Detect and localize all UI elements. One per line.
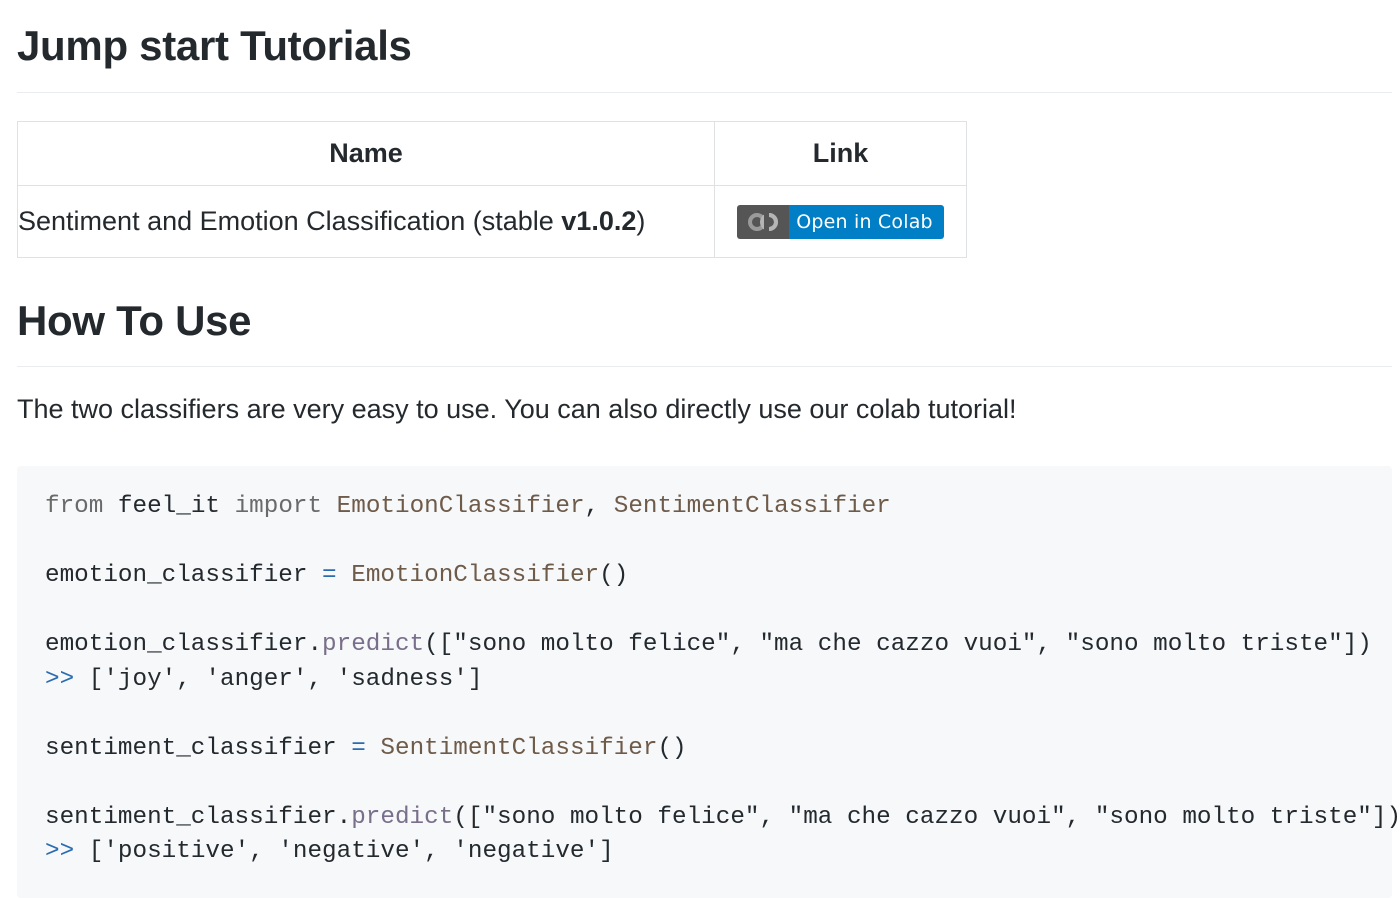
code-output: ['joy', 'anger', 'sadness'] [88, 666, 483, 693]
intro-paragraph: The two classifiers are very easy to use… [17, 394, 1017, 424]
code-line-emotion-init: emotion_classifier = EmotionClassifier() [45, 562, 628, 589]
readme-page: Jump start Tutorials Name Link Sentiment… [0, 0, 1400, 898]
table-header-row: Name Link [17, 121, 967, 186]
code-class-name: SentimentClassifier [613, 493, 891, 520]
code-arguments: (["sono molto felice", "ma che cazzo vuo… [453, 804, 1400, 831]
code-line-sentiment-predict: sentiment_classifier.predict(["sono molt… [45, 804, 1400, 831]
tutorials-table: Name Link Sentiment and Emotion Classifi… [17, 121, 967, 258]
tutorials-heading: Jump start Tutorials [17, 22, 412, 69]
column-header-name: Name [17, 121, 715, 186]
colab-logo-icon [737, 204, 790, 239]
code-variable: emotion_classifier [45, 562, 308, 589]
code-prompt: >> [45, 666, 75, 693]
code-operator: = [322, 562, 337, 589]
tutorial-name-text: Sentiment and Emotion Classification (st… [18, 206, 562, 236]
code-keyword: import [234, 493, 323, 520]
code-punctuation: () [599, 562, 629, 589]
code-prompt: >> [45, 838, 75, 865]
open-in-colab-button[interactable]: Open in Colab [737, 204, 944, 239]
column-header-link: Link [714, 121, 967, 186]
code-output: ['positive', 'negative', 'negative'] [88, 838, 614, 865]
code-class-name: EmotionClassifier [351, 562, 600, 589]
tutorial-link-cell: Open in Colab [714, 185, 967, 258]
code-line-emotion-predict: emotion_classifier.predict(["sono molto … [45, 631, 1372, 658]
how-to-use-heading: How To Use [17, 297, 252, 344]
code-method: predict [351, 804, 454, 831]
code-line-sentiment-output: >> ['positive', 'negative', 'negative'] [45, 838, 614, 865]
code-arguments: (["sono molto felice", "ma che cazzo vuo… [424, 631, 1372, 658]
code-keyword: from [45, 493, 104, 520]
tutorial-name-suffix: ) [636, 206, 646, 236]
code-line-import: from feel_it import EmotionClassifier, S… [45, 493, 891, 520]
code-punctuation: , [584, 493, 600, 520]
code-method: predict [322, 631, 425, 658]
code-variable: emotion_classifier [45, 631, 308, 658]
code-module: feel_it [117, 493, 220, 520]
code-punctuation: . [307, 631, 323, 658]
heading-divider [17, 92, 1392, 93]
table-row: Sentiment and Emotion Classification (st… [17, 185, 967, 258]
open-in-colab-label: Open in Colab [789, 204, 944, 239]
code-operator: = [351, 735, 366, 762]
code-class-name: EmotionClassifier [336, 493, 585, 520]
code-line-emotion-output: >> ['joy', 'anger', 'sadness'] [45, 666, 482, 693]
code-punctuation: . [336, 804, 352, 831]
code-variable: sentiment_classifier [45, 804, 337, 831]
tutorial-name-cell: Sentiment and Emotion Classification (st… [17, 185, 715, 258]
heading-divider [17, 366, 1392, 367]
code-class-name: SentimentClassifier [380, 735, 658, 762]
code-punctuation: () [657, 735, 687, 762]
code-variable: sentiment_classifier [45, 735, 337, 762]
code-block: from feel_it import EmotionClassifier, S… [17, 466, 1400, 898]
tutorial-version: v1.0.2 [561, 206, 637, 236]
code-line-sentiment-init: sentiment_classifier = SentimentClassifi… [45, 735, 687, 762]
